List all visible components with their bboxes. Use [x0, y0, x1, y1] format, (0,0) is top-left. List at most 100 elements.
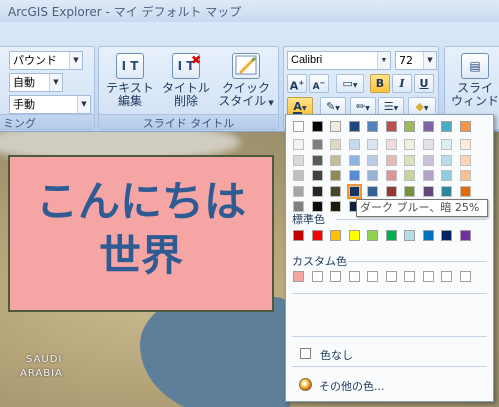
theme-shade-swatch[interactable]	[404, 170, 415, 181]
theme-shade-swatch[interactable]	[441, 154, 452, 166]
theme-shade-swatch[interactable]	[293, 185, 304, 197]
slide-window-button[interactable]: ▤ スライ ウィンド	[447, 53, 499, 108]
quick-style-button[interactable]: クイック スタイル ▼	[215, 53, 277, 110]
theme-color-swatch[interactable]	[422, 121, 434, 132]
custom-color-swatch[interactable]	[330, 271, 341, 282]
theme-color-swatch[interactable]	[330, 121, 341, 132]
standard-color-swatch[interactable]	[367, 230, 378, 241]
custom-color-swatch[interactable]	[311, 271, 323, 282]
no-color-option[interactable]: 色なし	[320, 347, 353, 363]
chevron-down-icon[interactable]: ▼	[77, 96, 90, 113]
standard-color-swatch[interactable]	[330, 230, 341, 241]
theme-shade-swatch[interactable]	[404, 185, 415, 197]
standard-color-swatch[interactable]	[293, 230, 304, 241]
color-tooltip: ダーク ブルー、暗 25%	[356, 199, 488, 217]
theme-shade-swatch[interactable]	[330, 139, 341, 150]
theme-shade-swatch[interactable]	[385, 185, 397, 197]
font-size-combo[interactable]: 72 ▼	[395, 51, 437, 70]
title-bar: ArcGIS Explorer - マイ デフォルト マップ	[0, 0, 499, 22]
theme-shade-swatch[interactable]	[459, 170, 471, 181]
theme-shade-swatch[interactable]	[311, 185, 323, 197]
theme-shade-swatch[interactable]	[311, 154, 323, 166]
theme-color-swatch[interactable]	[441, 121, 452, 132]
theme-shade-swatch[interactable]	[422, 139, 434, 150]
theme-shade-swatch[interactable]	[348, 154, 360, 166]
theme-shade-swatch[interactable]	[385, 139, 397, 150]
chevron-down-icon[interactable]: ▼	[49, 74, 62, 91]
theme-shade-swatch[interactable]	[348, 139, 360, 150]
theme-color-swatch[interactable]	[404, 121, 415, 132]
theme-shade-swatch[interactable]	[385, 154, 397, 166]
custom-color-swatch[interactable]	[367, 271, 378, 282]
theme-color-swatch[interactable]	[385, 121, 397, 132]
text-box-button[interactable]: ▭▼	[336, 74, 364, 93]
theme-shade-swatch[interactable]	[311, 201, 323, 212]
theme-shade-swatch[interactable]	[311, 139, 323, 150]
custom-color-swatch[interactable]	[293, 271, 304, 282]
edit-text-button[interactable]: I T テキスト 編集	[103, 53, 157, 108]
custom-color-swatch[interactable]	[348, 271, 360, 282]
theme-color-swatch[interactable]	[348, 121, 360, 132]
theme-shade-swatch[interactable]	[330, 154, 341, 166]
underline-button[interactable]: U	[414, 74, 434, 93]
theme-color-swatch[interactable]	[293, 121, 304, 132]
theme-shade-swatch[interactable]	[422, 185, 434, 197]
italic-button[interactable]: I	[392, 74, 412, 93]
theme-shade-swatch[interactable]	[441, 139, 452, 150]
theme-shade-swatch[interactable]	[422, 154, 434, 166]
theme-shade-swatch[interactable]	[293, 170, 304, 181]
custom-color-swatch[interactable]	[459, 271, 471, 282]
standard-color-swatch[interactable]	[385, 230, 397, 241]
chevron-down-icon[interactable]: ▼	[377, 52, 390, 69]
theme-shade-swatch[interactable]	[367, 139, 378, 150]
theme-shade-swatch[interactable]	[330, 201, 341, 212]
theme-color-swatch[interactable]	[311, 121, 323, 132]
theme-shade-swatch[interactable]	[404, 139, 415, 150]
theme-shade-swatch[interactable]	[441, 170, 452, 181]
theme-shade-swatch[interactable]	[346, 183, 362, 199]
custom-color-swatch[interactable]	[441, 271, 452, 282]
theme-shade-swatch[interactable]	[293, 154, 304, 166]
theme-shade-swatch[interactable]	[330, 185, 341, 197]
slide-title-box[interactable]: こんにちは 世界	[8, 155, 274, 312]
theme-shade-swatch[interactable]	[293, 139, 304, 150]
combo-transition-value: パウンド	[13, 54, 57, 67]
custom-color-swatch[interactable]	[404, 271, 415, 282]
font-name-combo[interactable]: Calibri ▼	[287, 51, 391, 70]
theme-shade-swatch[interactable]	[367, 154, 378, 166]
theme-color-swatch[interactable]	[459, 121, 471, 132]
theme-color-swatch[interactable]	[367, 121, 378, 132]
grow-font-button[interactable]: A+	[287, 74, 307, 93]
delete-title-button[interactable]: I T ✖ タイトル 削除	[157, 53, 215, 108]
theme-shade-swatch[interactable]	[459, 185, 471, 197]
combo-speed[interactable]: 自動 ▼	[9, 73, 63, 92]
standard-color-swatch[interactable]	[459, 230, 471, 241]
theme-shade-swatch[interactable]	[422, 170, 434, 181]
chevron-down-icon[interactable]: ▼	[69, 52, 82, 69]
standard-color-swatch[interactable]	[311, 230, 323, 241]
theme-shade-swatch[interactable]	[367, 170, 378, 181]
custom-color-swatch[interactable]	[385, 271, 397, 282]
standard-color-swatch[interactable]	[404, 230, 415, 241]
standard-color-swatch[interactable]	[348, 230, 360, 241]
theme-shade-swatch[interactable]	[459, 154, 471, 166]
theme-shade-swatch[interactable]	[367, 185, 378, 197]
more-colors-option[interactable]: その他の色...	[319, 378, 385, 394]
shrink-font-button[interactable]: A−	[309, 74, 329, 93]
theme-shade-swatch[interactable]	[404, 154, 415, 166]
standard-color-swatch[interactable]	[441, 230, 452, 241]
theme-shade-swatch[interactable]	[459, 139, 471, 150]
no-color-checkbox[interactable]	[300, 348, 311, 359]
theme-shade-swatch[interactable]	[311, 170, 323, 181]
theme-shade-swatch[interactable]	[330, 170, 341, 181]
theme-shade-swatch[interactable]	[385, 170, 397, 181]
theme-shade-swatch[interactable]	[348, 170, 360, 181]
combo-transition[interactable]: パウンド ▼	[9, 51, 83, 70]
bold-button[interactable]: B	[370, 74, 390, 93]
theme-shade-swatch[interactable]	[441, 185, 452, 197]
theme-shade-swatch[interactable]	[293, 201, 304, 212]
chevron-down-icon[interactable]: ▼	[423, 52, 436, 69]
custom-color-swatch[interactable]	[422, 271, 434, 282]
combo-advance[interactable]: 手動 ▼	[9, 95, 91, 114]
standard-color-swatch[interactable]	[422, 230, 434, 241]
